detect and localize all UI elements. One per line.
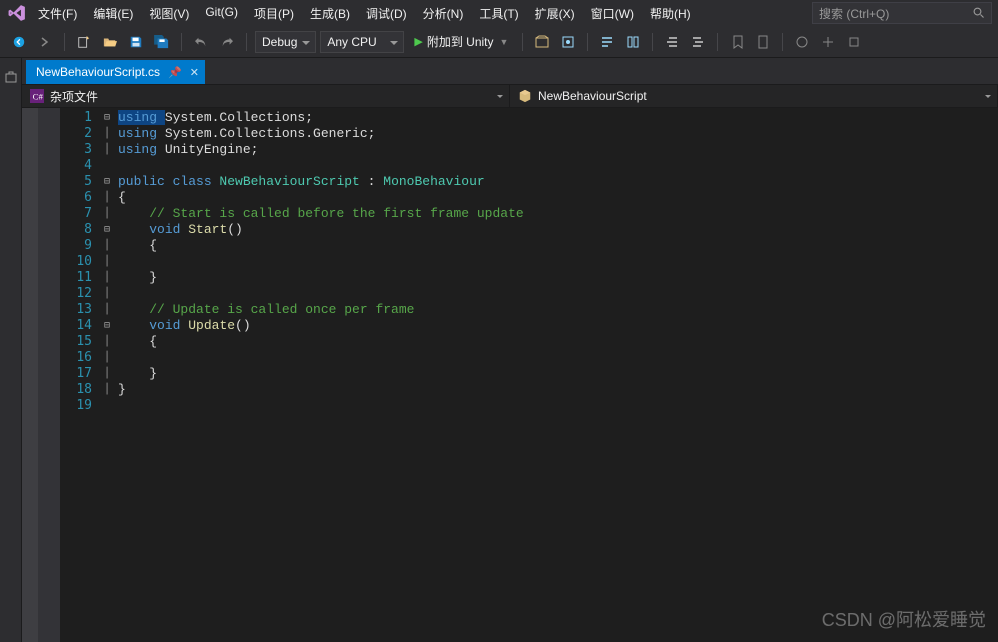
tabbar: NewBehaviourScript.cs 📌 ✕ bbox=[22, 58, 998, 84]
tb-icon-3[interactable] bbox=[596, 31, 618, 53]
csharp-icon: C# bbox=[30, 89, 44, 103]
tb-icon-9[interactable] bbox=[791, 31, 813, 53]
menu-item[interactable]: 文件(F) bbox=[30, 2, 85, 25]
tb-icon-6[interactable] bbox=[687, 31, 709, 53]
class-icon bbox=[518, 89, 532, 103]
nav-project-combo[interactable]: C# 杂项文件 bbox=[22, 85, 510, 107]
menu-item[interactable]: 调试(D) bbox=[358, 2, 415, 25]
redo-button[interactable] bbox=[216, 31, 238, 53]
tb-icon-2[interactable] bbox=[557, 31, 579, 53]
menu-item[interactable]: Git(G) bbox=[197, 2, 246, 25]
navbar: C# 杂项文件 NewBehaviourScript bbox=[22, 84, 998, 108]
menu-item[interactable]: 项目(P) bbox=[246, 2, 302, 25]
play-icon: ▶ bbox=[414, 35, 422, 48]
open-button[interactable] bbox=[99, 31, 121, 53]
menu-item[interactable]: 视图(V) bbox=[141, 2, 197, 25]
left-rail bbox=[0, 58, 22, 642]
menu-item[interactable]: 分析(N) bbox=[415, 2, 472, 25]
tb-icon-7[interactable] bbox=[726, 31, 748, 53]
nav-back-button[interactable] bbox=[8, 31, 30, 53]
menu-item[interactable]: 帮助(H) bbox=[642, 2, 699, 25]
menu-item[interactable]: 扩展(X) bbox=[527, 2, 583, 25]
tb-icon-4[interactable] bbox=[622, 31, 644, 53]
pin-icon[interactable]: 📌 bbox=[168, 66, 182, 79]
close-icon[interactable]: ✕ bbox=[190, 66, 199, 79]
breakpoint-margin[interactable] bbox=[38, 108, 60, 642]
menubar: 文件(F)编辑(E)视图(V)Git(G)项目(P)生成(B)调试(D)分析(N… bbox=[0, 0, 998, 26]
new-item-button[interactable] bbox=[73, 31, 95, 53]
config-dropdown[interactable]: Debug bbox=[255, 31, 316, 53]
undo-button[interactable] bbox=[190, 31, 212, 53]
svg-text:C#: C# bbox=[33, 92, 44, 102]
save-button[interactable] bbox=[125, 31, 147, 53]
search-placeholder: 搜索 (Ctrl+Q) bbox=[819, 5, 889, 22]
menu-item[interactable]: 编辑(E) bbox=[85, 2, 141, 25]
tb-icon-11[interactable] bbox=[843, 31, 865, 53]
menu-item[interactable]: 工具(T) bbox=[471, 2, 526, 25]
menu-item[interactable]: 生成(B) bbox=[302, 2, 358, 25]
save-all-button[interactable] bbox=[151, 31, 173, 53]
search-input[interactable]: 搜索 (Ctrl+Q) bbox=[812, 2, 992, 24]
tb-icon-1[interactable] bbox=[531, 31, 553, 53]
code-area[interactable]: using System.Collections;using System.Co… bbox=[114, 108, 998, 642]
vs-logo-icon bbox=[6, 2, 28, 24]
menu-item[interactable]: 窗口(W) bbox=[583, 2, 642, 25]
tb-icon-10[interactable] bbox=[817, 31, 839, 53]
fold-column[interactable]: ⊟││⊟││⊟│││││⊟││││ bbox=[100, 108, 114, 642]
rail-toolbox[interactable] bbox=[2, 64, 20, 90]
platform-dropdown[interactable]: Any CPU bbox=[320, 31, 404, 53]
search-icon bbox=[973, 7, 985, 19]
nav-class-combo[interactable]: NewBehaviourScript bbox=[510, 85, 998, 107]
editor: 12345678910111213141516171819 ⊟││⊟││⊟│││… bbox=[22, 108, 998, 642]
tab-label: NewBehaviourScript.cs bbox=[36, 65, 160, 79]
attach-unity-button[interactable]: ▶ 附加到 Unity ▼ bbox=[408, 31, 514, 53]
tb-icon-8[interactable] bbox=[752, 31, 774, 53]
line-gutter: 12345678910111213141516171819 bbox=[60, 108, 100, 642]
tb-icon-5[interactable] bbox=[661, 31, 683, 53]
overview-ruler[interactable] bbox=[22, 108, 38, 642]
chevron-down-icon: ▼ bbox=[500, 37, 509, 47]
nav-fwd-button[interactable] bbox=[34, 31, 56, 53]
tab-file[interactable]: NewBehaviourScript.cs 📌 ✕ bbox=[26, 60, 205, 84]
toolbar: Debug Any CPU ▶ 附加到 Unity ▼ bbox=[0, 26, 998, 58]
